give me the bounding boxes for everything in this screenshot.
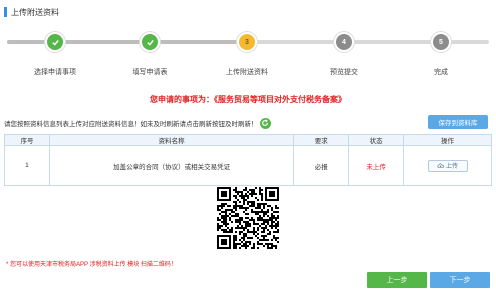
row-index: 1 xyxy=(4,145,50,186)
step-label: 填写申请表 xyxy=(132,69,168,76)
step-select-item: 选择申请事项 xyxy=(15,30,95,77)
step-label: 上传附送资料 xyxy=(226,69,268,76)
step-number-badge: 4 xyxy=(334,32,354,52)
upload-button[interactable]: 上传 xyxy=(427,159,468,172)
column-header-status: 状态 xyxy=(348,134,405,146)
step-upload-materials: 3 上传附送资料 xyxy=(207,30,287,77)
qr-code-image xyxy=(217,187,279,249)
check-icon xyxy=(45,32,65,52)
section-header: 上传附送资料 xyxy=(4,6,59,18)
material-name: 加盖公章的合同（协议）或相关交易凭证 xyxy=(48,145,295,186)
step-label: 预览提交 xyxy=(330,69,358,76)
status-badge: 未上传 xyxy=(348,145,405,186)
upload-cloud-icon xyxy=(437,163,444,168)
materials-table: 序号 资料名称 要求 状态 操作 1 加盖公章的合同（协议）或相关交易凭证 必报… xyxy=(4,134,492,186)
step-fill-form: 填写申请表 xyxy=(110,30,190,77)
column-header-action: 操作 xyxy=(403,134,492,146)
step-label: 完成 xyxy=(434,69,448,76)
check-icon xyxy=(140,32,160,52)
column-header-index: 序号 xyxy=(4,134,50,146)
step-preview-submit: 4 预览提交 xyxy=(304,30,384,77)
table-row: 1 加盖公章的合同（协议）或相关交易凭证 必报 未上传 上传 xyxy=(4,145,492,186)
page-title: 上传附送资料 xyxy=(11,7,59,17)
next-step-button[interactable]: 下一步 xyxy=(430,272,490,288)
step-number-badge: 3 xyxy=(237,32,257,52)
step-label: 选择申请事项 xyxy=(34,69,76,76)
action-cell: 上传 xyxy=(403,145,492,186)
upload-hint: 请您按照资料信息列表上传对应附送资料信息！如未及时刷新请点击刷新按钮及时刷新！ xyxy=(4,121,258,128)
upload-button-label: 上传 xyxy=(446,164,459,170)
refresh-icon[interactable] xyxy=(259,117,271,129)
requirement-value: 必报 xyxy=(293,145,350,186)
table-header-row: 序号 资料名称 要求 状态 操作 xyxy=(4,134,492,146)
progress-steps: 选择申请事项 填写申请表 3 上传附送资料 4 预览提交 5 完成 xyxy=(0,30,496,80)
column-header-name: 资料名称 xyxy=(48,134,295,146)
column-header-requirement: 要求 xyxy=(293,134,350,146)
qr-scan-note: * 您可以使用天津市税务局APP 涉税资料上传 模块 扫描二维码！ xyxy=(6,262,177,268)
step-complete: 5 完成 xyxy=(401,30,481,77)
title-accent-bar xyxy=(4,7,7,17)
hint-row: 请您按照资料信息列表上传对应附送资料信息！如未及时刷新请点击刷新按钮及时刷新！ … xyxy=(4,115,492,131)
step-number-badge: 5 xyxy=(431,32,451,52)
application-notice: 您申请的事项为：《服务贸易等项目对外支付税务备案》 xyxy=(150,95,346,104)
save-to-library-button[interactable]: 保存到资料库 xyxy=(428,115,488,129)
previous-step-button[interactable]: 上一步 xyxy=(367,272,427,288)
